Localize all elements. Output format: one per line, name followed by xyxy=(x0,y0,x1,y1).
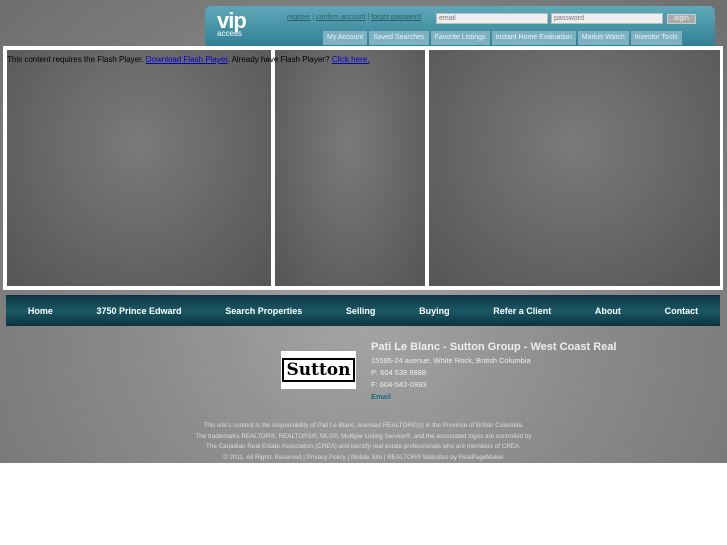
banner-panel xyxy=(7,50,271,286)
sutton-logo-text: Sutton xyxy=(282,358,355,382)
copyright-line: © 2011. All Rights Reserved | Privacy Po… xyxy=(223,453,504,461)
logo-subtext: access xyxy=(217,29,242,38)
agent-phone: P: 604 538 8888 xyxy=(371,368,427,377)
legal-line: The trademarks REALTOR®, REALTORS®, MLS®… xyxy=(195,432,532,440)
tab-investor-tools[interactable]: Investor Tools xyxy=(630,31,682,45)
flash-message: This content requires the Flash Player. … xyxy=(7,55,369,64)
main-nav: Home 3750 Prince Edward Search Propertie… xyxy=(6,295,720,326)
download-flash-link[interactable]: Download Flash Player xyxy=(146,55,228,64)
click-here-link[interactable]: Click here. xyxy=(332,55,370,64)
account-links: register | confirm account | forgot pass… xyxy=(287,14,422,21)
password-input[interactable] xyxy=(551,13,663,24)
banner-panel xyxy=(429,50,720,286)
tab-my-account[interactable]: My Account xyxy=(323,31,368,45)
legal-line: The Canadian Real Estate Association (CR… xyxy=(206,443,521,450)
banner-panel xyxy=(275,50,425,286)
login-button[interactable]: login xyxy=(667,14,696,24)
nav-search-properties[interactable]: Search Properties xyxy=(225,306,302,316)
flash-banner-frame: This content requires the Flash Player. … xyxy=(3,46,723,290)
nav-buying[interactable]: Buying xyxy=(419,306,450,316)
legal-line: This site's content is the responsibilit… xyxy=(203,422,524,429)
nav-selling[interactable]: Selling xyxy=(346,306,376,316)
flash-text: This content requires the Flash Player. xyxy=(7,55,146,64)
agent-info: Pati Le Blanc - Sutton Group - West Coas… xyxy=(371,340,617,403)
agent-title: Pati Le Blanc - Sutton Group - West Coas… xyxy=(371,341,617,353)
tab-favorite-listings[interactable]: Favorite Listings xyxy=(430,31,490,45)
nav-about[interactable]: About xyxy=(595,306,621,316)
agent-fax: F: 604-542-0993 xyxy=(371,380,427,389)
tab-market-watch[interactable]: Market Watch xyxy=(577,31,629,45)
tab-instant-home-evaluation[interactable]: Instant Home Evaluation xyxy=(491,31,576,45)
nav-refer-a-client[interactable]: Refer a Client xyxy=(493,306,551,316)
agent-address: 15595-24 avenue, White Rock, British Col… xyxy=(371,356,531,365)
nav-3750-prince-edward[interactable]: 3750 Prince Edward xyxy=(97,306,182,316)
confirm-account-link[interactable]: confirm account xyxy=(316,14,365,21)
sutton-logo: Sutton xyxy=(281,351,356,389)
register-link[interactable]: register xyxy=(287,14,310,21)
email-link[interactable]: Email xyxy=(371,391,617,403)
vip-access-bar: vip access register | confirm account | f… xyxy=(205,6,715,48)
flash-text: . Already have Flash Player? xyxy=(227,55,332,64)
forgot-password-link[interactable]: forgot password xyxy=(371,14,421,21)
email-input[interactable] xyxy=(436,13,548,24)
vip-logo: vip access xyxy=(217,10,247,38)
legal-text: This site's content is the responsibilit… xyxy=(0,421,727,463)
nav-home[interactable]: Home xyxy=(28,306,53,316)
tab-saved-searches[interactable]: Saved Searches xyxy=(369,31,429,45)
nav-contact[interactable]: Contact xyxy=(665,306,699,316)
